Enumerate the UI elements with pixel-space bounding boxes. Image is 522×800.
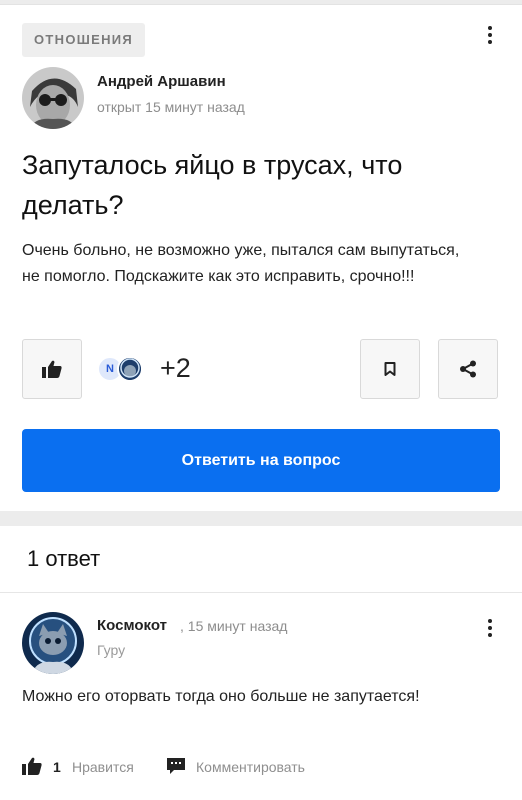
follower-avatar-cat[interactable] bbox=[117, 356, 143, 382]
answer-like-button[interactable]: 1 Нравится bbox=[22, 757, 152, 777]
answer-author-avatar[interactable] bbox=[22, 612, 84, 674]
share-icon bbox=[460, 360, 476, 378]
share-button[interactable] bbox=[438, 339, 498, 399]
question-title: Запуталось яйцо в трусах, что делать? bbox=[22, 150, 403, 220]
answer-author-role: Гуру bbox=[97, 642, 126, 658]
bookmark-icon bbox=[384, 362, 396, 376]
answer-author-name[interactable]: Космокот bbox=[97, 617, 167, 634]
question-opened-time: открыт 15 минут назад bbox=[97, 99, 245, 115]
answer-question-button[interactable]: Ответить на вопрос bbox=[22, 429, 500, 492]
bookmark-button[interactable] bbox=[360, 339, 420, 399]
question-author-avatar[interactable] bbox=[22, 67, 84, 129]
comment-icon bbox=[167, 758, 185, 774]
answer-comment-button[interactable]: Комментировать bbox=[166, 757, 346, 777]
question-author-name[interactable]: Андрей Аршавин bbox=[97, 73, 226, 90]
category-tag[interactable]: ОТНОШЕНИЯ bbox=[22, 23, 146, 57]
question-menu-icon[interactable] bbox=[480, 23, 500, 47]
answer-menu-icon[interactable] bbox=[480, 616, 500, 640]
answer-comment-label: Комментировать bbox=[196, 759, 305, 775]
thumbs-up-icon bbox=[42, 360, 62, 378]
thumbs-up-icon bbox=[22, 757, 42, 775]
question-text: Очень больно, не возможно уже, пытался с… bbox=[22, 242, 460, 285]
answer-text: Можно его оторвать тогда оно больше не з… bbox=[22, 688, 420, 705]
answers-count-heading: 1 ответ bbox=[27, 546, 101, 571]
answers-divider bbox=[0, 592, 522, 593]
answer-like-label: Нравится bbox=[72, 759, 134, 775]
question-card: ОТНОШЕНИЯ Андрей Аршавин открыт 15 минут… bbox=[0, 4, 522, 511]
followers-count[interactable]: +2 bbox=[160, 353, 191, 384]
answer-like-count: 1 bbox=[53, 759, 61, 775]
like-button[interactable] bbox=[22, 339, 82, 399]
answer-time: , 15 минут назад bbox=[180, 618, 288, 634]
